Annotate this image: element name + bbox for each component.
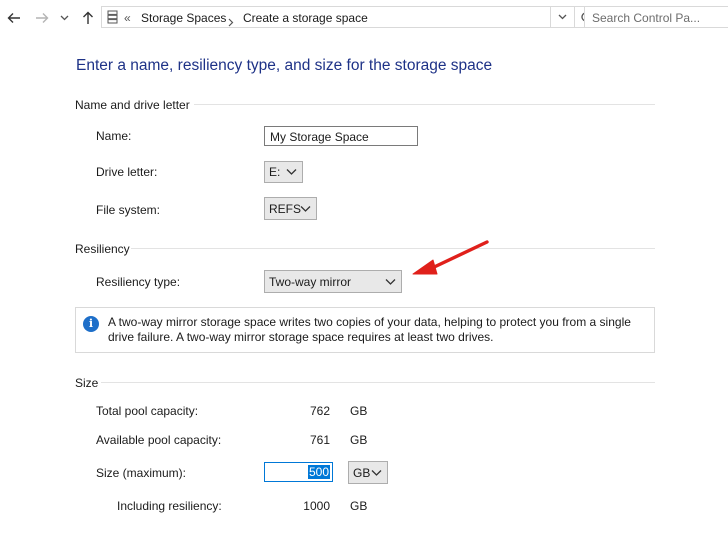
resiliency-type-select[interactable]: Two-way mirror	[264, 270, 402, 293]
file-system-label: File system:	[96, 203, 161, 217]
total-pool-capacity-unit: GB	[350, 404, 368, 418]
chevron-down-icon	[286, 169, 297, 175]
chevron-down-icon	[371, 469, 382, 476]
drive-letter-value: E:	[269, 165, 281, 179]
breadcrumb-separator-icon[interactable]	[228, 14, 234, 32]
address-bar[interactable]: « Storage Spaces Create a storage space	[101, 6, 551, 28]
chevron-down-icon[interactable]	[57, 8, 71, 28]
chevron-down-icon	[300, 205, 311, 212]
name-field[interactable]: My Storage Space	[264, 126, 418, 146]
drive-letter-select[interactable]: E:	[264, 161, 303, 183]
including-resiliency-label: Including resiliency:	[117, 499, 222, 513]
section-title-size: Size	[75, 376, 99, 390]
annotation-arrow	[412, 240, 489, 275]
available-pool-capacity-unit: GB	[350, 433, 368, 447]
drive-letter-label: Drive letter:	[96, 165, 158, 179]
search-placeholder: Search Control Pa...	[592, 11, 701, 25]
name-label: Name:	[96, 129, 132, 143]
section-divider	[131, 248, 655, 249]
total-pool-capacity-value: 762	[309, 404, 330, 418]
search-input[interactable]: Search Control Pa...	[584, 6, 728, 28]
size-maximum-label: Size (maximum):	[96, 466, 187, 480]
breadcrumb-storage-spaces[interactable]: Storage Spaces	[141, 11, 226, 25]
file-system-select[interactable]: REFS	[264, 197, 317, 220]
info-icon: i	[83, 316, 99, 332]
page-title: Enter a name, resiliency type, and size …	[76, 57, 493, 74]
resiliency-info-text: A two-way mirror storage space writes tw…	[108, 315, 631, 344]
file-system-value: REFS	[269, 201, 302, 216]
size-input[interactable]: 500	[264, 462, 333, 482]
including-resiliency-value: 1000	[303, 499, 330, 513]
breadcrumb-overflow[interactable]: «	[124, 11, 131, 25]
section-title-resiliency: Resiliency	[75, 242, 130, 256]
size-value-selected: 500	[307, 465, 330, 479]
including-resiliency-unit: GB	[350, 499, 368, 513]
resiliency-type-value: Two-way mirror	[269, 274, 352, 289]
section-divider	[101, 382, 655, 383]
resiliency-type-label: Resiliency type:	[96, 275, 181, 289]
navigation-bar: « Storage Spaces Create a storage space …	[0, 0, 728, 36]
up-arrow-icon[interactable]	[78, 8, 98, 28]
size-unit-value: GB	[353, 465, 371, 480]
address-dropdown-icon[interactable]	[551, 6, 575, 28]
total-pool-capacity-label: Total pool capacity:	[96, 404, 199, 418]
forward-arrow-icon[interactable]	[32, 8, 52, 28]
available-pool-capacity-value: 761	[309, 433, 330, 447]
breadcrumb-create-storage-space[interactable]: Create a storage space	[243, 11, 368, 25]
storage-spaces-icon	[107, 10, 118, 29]
chevron-down-icon	[385, 278, 396, 285]
section-divider	[194, 104, 655, 105]
back-arrow-icon[interactable]	[4, 8, 24, 28]
available-pool-capacity-label: Available pool capacity:	[96, 433, 222, 447]
section-title-name: Name and drive letter	[75, 98, 190, 112]
size-unit-select[interactable]: GB	[348, 461, 388, 484]
info-box: i A two-way mirror storage space writes …	[75, 307, 655, 353]
